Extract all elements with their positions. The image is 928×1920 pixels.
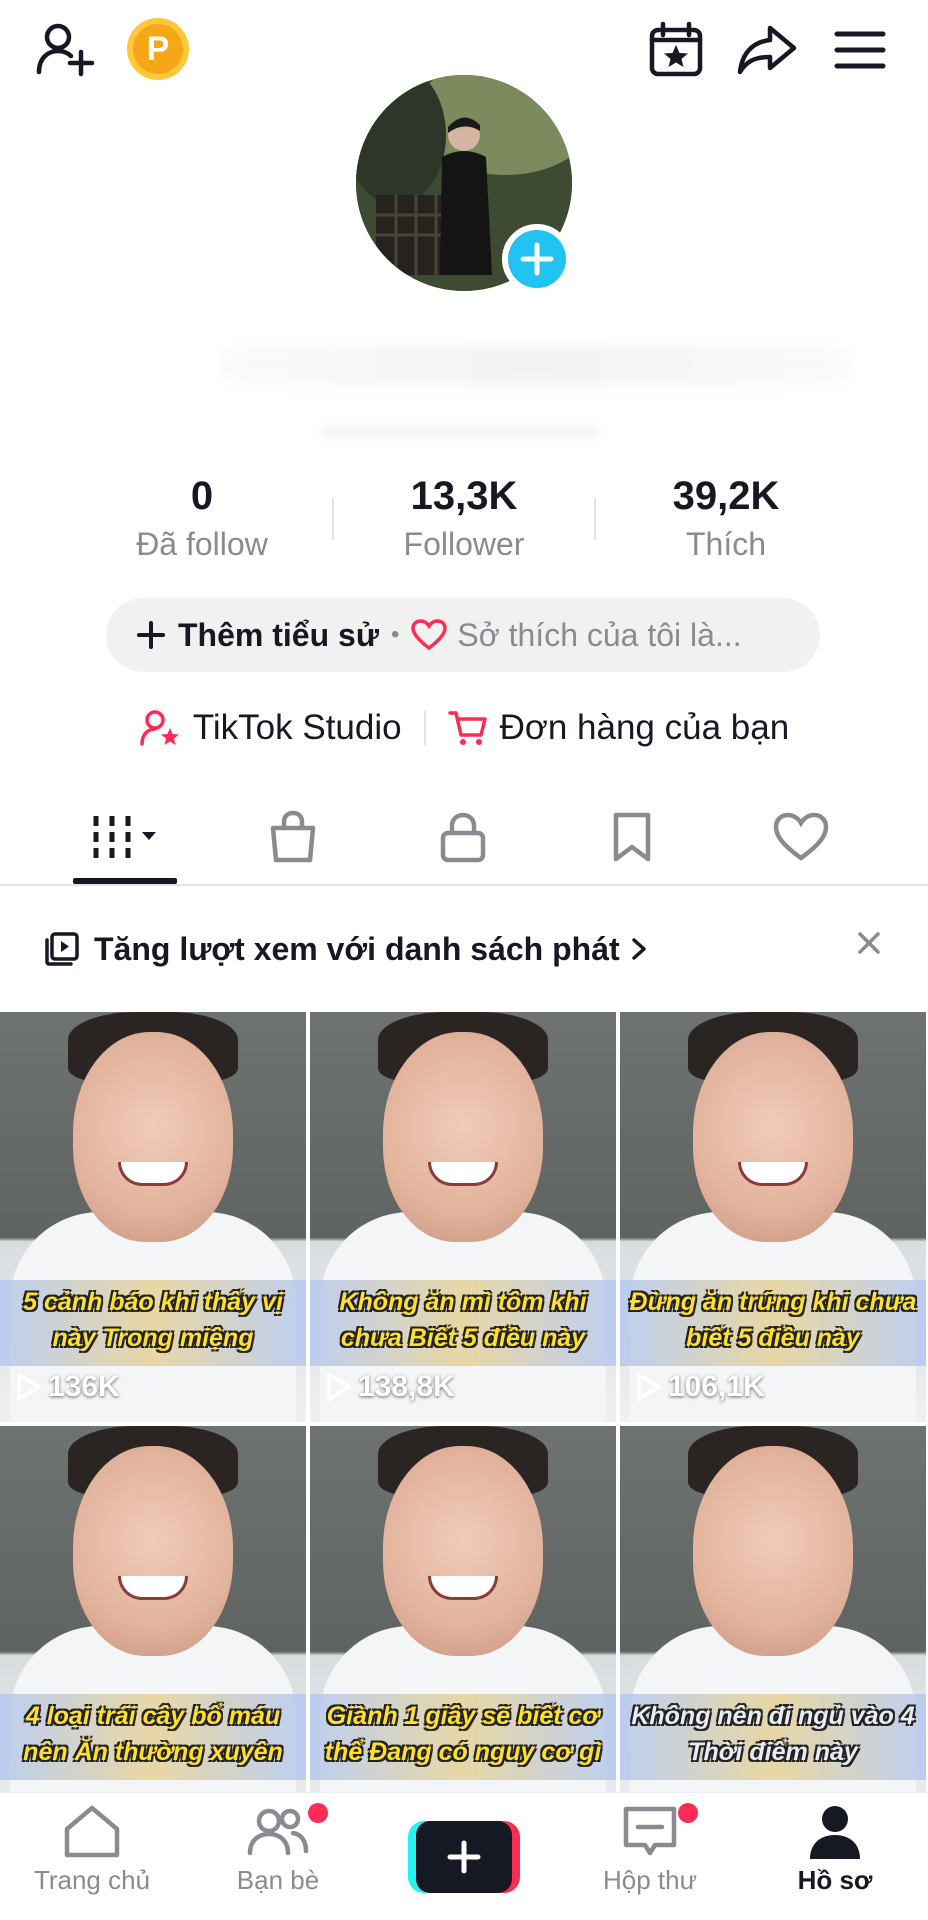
stat-label: Đã follow [136,526,268,562]
play-icon [637,1373,661,1401]
nav-inbox[interactable]: Hộp thư [560,1803,740,1920]
profile-icon [810,1806,860,1859]
bottom-nav: Trang chủ Bạn bè Hộp thư Hồ sơ [0,1792,928,1920]
create-button[interactable] [408,1821,520,1893]
nav-profile[interactable]: Hồ sơ [745,1803,925,1920]
stat-followers[interactable]: 13,3K Follower [334,470,594,570]
video-tile[interactable]: Giành 1 giây sẽ biết cơ thể Đang có nguy… [310,1426,616,1836]
username-blurred [220,345,850,385]
video-tile[interactable]: 5 cảnh báo khi thấy vị này Trong miệng 1… [0,1012,306,1422]
create-button-face [416,1821,512,1893]
play-icon [327,1373,351,1401]
video-caption: 4 loại trái cây bổ máu nên Ăn thường xuy… [23,1702,283,1766]
close-icon[interactable] [856,930,882,956]
play-icon [17,1373,41,1401]
studio-label: TikTok Studio [192,708,402,747]
plus-icon [137,621,165,649]
divider [423,711,426,745]
video-caption: Không nên đi ngủ vào 4 Thời điểm này [631,1702,915,1766]
interests-hint-label: Sở thích của tôi là... [457,616,742,653]
plus-icon [520,242,554,276]
tiktok-studio-link[interactable]: TikTok Studio [139,708,402,748]
playlist-icon [45,932,79,966]
nav-friends-label: Bạn bè [236,1865,320,1895]
video-caption: Không ăn mì tôm khi chưa Biết 5 điều này [339,1288,587,1352]
heart-icon [411,619,448,651]
stat-following[interactable]: 0 Đã follow [72,470,332,570]
playlist-banner[interactable]: Tăng lượt xem với danh sách phát [0,888,928,1010]
add-avatar-button[interactable] [502,224,572,294]
active-tab-indicator [73,878,177,884]
add-bio-button[interactable]: Thêm tiểu sử • Sở thích của tôi là... [106,598,820,672]
profile-tabs [0,790,928,886]
tab-liked[interactable] [716,790,886,884]
video-thumbnail [73,1446,233,1656]
video-thumbnail [693,1032,853,1242]
tab-private[interactable] [378,790,548,884]
video-thumbnail [73,1032,233,1242]
add-friend-icon[interactable] [30,18,100,82]
view-count-label: 136K [48,1370,120,1403]
studio-icon [140,710,179,746]
plus-icon [447,1840,481,1874]
calendar-star-icon[interactable] [644,18,708,82]
notification-dot [308,1803,328,1823]
add-bio-label: Thêm tiểu sử [178,616,379,653]
share-icon[interactable] [734,18,800,82]
nav-home-label: Trang chủ [33,1865,151,1895]
interests-hint: Sở thích của tôi là... [411,616,742,654]
cart-icon [447,711,487,745]
video-caption: Giành 1 giây sẽ biết cơ thể Đang có nguy… [324,1702,602,1766]
notification-dot [678,1803,698,1823]
friends-icon [247,1808,309,1856]
view-count: 136K [14,1370,120,1404]
video-tile[interactable]: Không nên đi ngủ vào 4 Thời điểm này [620,1426,926,1836]
chevron-right-icon [631,938,646,960]
view-count-label: 138,8K [358,1370,455,1403]
video-thumbnail [383,1446,543,1656]
video-tile[interactable]: Đừng ăn trứng khi chưa biết 5 điều này 1… [620,1012,926,1422]
stat-value: 39,2K [672,474,780,518]
bookmark-icon [613,812,651,862]
coin-icon: P [127,18,189,80]
orders-link[interactable]: Đơn hàng của bạn [447,708,790,748]
coin-button[interactable]: P [127,18,189,80]
video-caption: 5 cảnh báo khi thấy vị này Trong miệng [23,1288,283,1352]
tab-saved[interactable] [547,790,717,884]
tab-shop[interactable] [208,790,378,884]
handle-blurred [320,425,600,439]
nav-profile-label: Hồ sơ [797,1865,873,1895]
nav-home[interactable]: Trang chủ [2,1803,182,1920]
orders-label: Đơn hàng của bạn [499,708,790,747]
video-thumbnail [693,1446,853,1656]
home-icon [64,1805,120,1858]
stat-value: 0 [190,474,214,518]
shopping-bag-icon [270,810,316,863]
lock-icon [440,812,486,863]
tab-videos[interactable] [40,790,210,884]
stat-value: 13,3K [410,474,518,518]
add-bio: Thêm tiểu sử [136,617,379,654]
view-count: 106,1K [634,1370,765,1404]
view-count-label: 106,1K [668,1370,765,1403]
video-caption: Đừng ăn trứng khi chưa biết 5 điều này [629,1288,917,1352]
video-tile[interactable]: Không ăn mì tôm khi chưa Biết 5 điều này… [310,1012,616,1422]
nav-inbox-label: Hộp thư [602,1865,697,1895]
video-grid: 5 cảnh báo khi thấy vị này Trong miệng 1… [0,1012,928,1836]
stat-label: Thích [685,526,767,562]
separator-dot: • [390,621,400,648]
playlist-banner-text: Tăng lượt xem với danh sách phát [94,930,620,967]
menu-icon[interactable] [832,22,888,78]
video-thumbnail [383,1032,543,1242]
nav-friends[interactable]: Bạn bè [188,1803,368,1920]
view-count: 138,8K [324,1370,455,1404]
stat-likes[interactable]: 39,2K Thích [596,470,856,570]
heart-icon [773,812,829,861]
grid-videos-icon [93,816,156,858]
stat-label: Follower [403,526,525,562]
profile-stats: 0 Đã follow 13,3K Follower 39,2K Thích [0,470,928,570]
profile-links: TikTok Studio Đơn hàng của bạn [0,700,928,756]
inbox-icon [623,1806,677,1856]
video-tile[interactable]: 4 loại trái cây bổ máu nên Ăn thường xuy… [0,1426,306,1836]
